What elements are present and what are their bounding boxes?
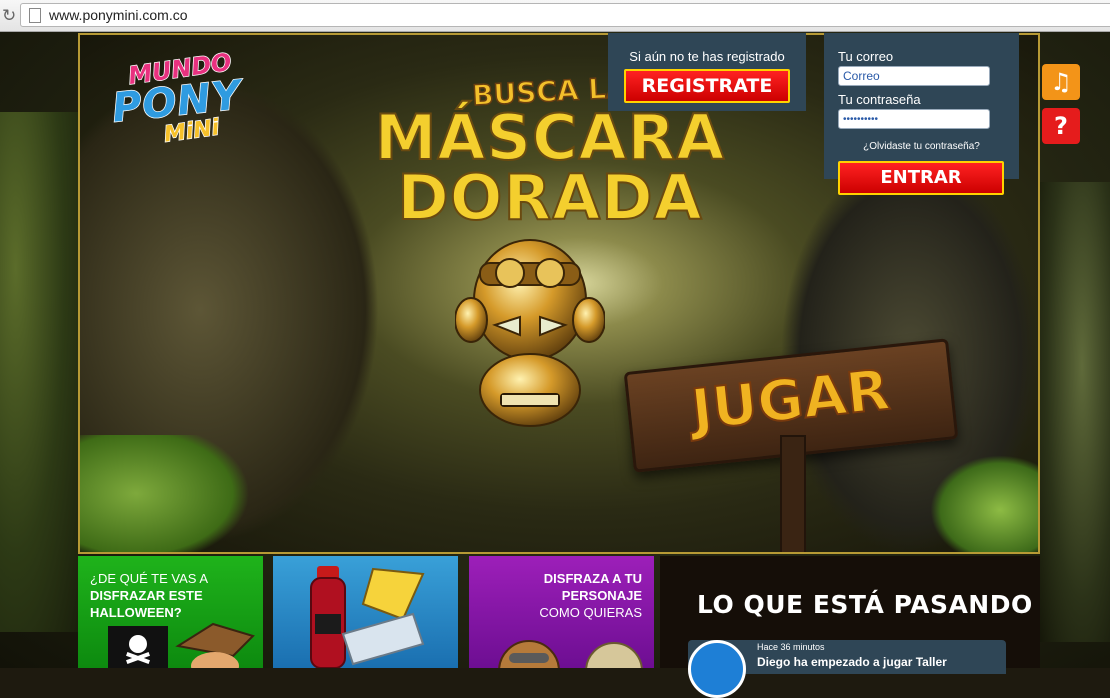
jungle-leaf-left bbox=[80, 435, 250, 552]
news-text: Diego ha empezado a jugar Taller bbox=[757, 655, 947, 669]
character-tile-line-1: DISFRAZA A TU bbox=[543, 571, 642, 586]
explorer-character-icon bbox=[175, 622, 255, 668]
url-text[interactable]: www.ponymini.com.co bbox=[49, 7, 188, 23]
golden-monkey-mask-icon bbox=[455, 239, 605, 427]
drink-bottle-icon bbox=[310, 566, 425, 668]
news-heading: LO QUE ESTÁ PASANDO bbox=[697, 590, 1033, 619]
news-timestamp: Hace 36 minutos bbox=[757, 642, 825, 652]
headline-mascara: MÁSCARA bbox=[374, 101, 726, 174]
register-button[interactable]: REGISTRATE bbox=[624, 69, 790, 103]
sign-post bbox=[780, 435, 806, 552]
browser-toolbar: ↻ www.ponymini.com.co bbox=[0, 0, 1110, 32]
character-tile-line-2: PERSONAJE bbox=[561, 588, 642, 603]
headline-dorada: DORADA bbox=[396, 161, 703, 234]
halloween-tile-line-2: DISFRAZAR ESTE bbox=[90, 588, 203, 603]
character-heads-icon bbox=[498, 640, 643, 668]
password-label: Tu contraseña bbox=[838, 92, 921, 107]
jungle-leaf-right bbox=[930, 455, 1038, 552]
promo-tile-halloween[interactable]: ¿DE QUÉ TE VAS A DISFRAZAR ESTE HALLOWEE… bbox=[78, 556, 263, 668]
music-note-icon[interactable]: ♫ bbox=[1042, 64, 1080, 100]
register-prompt: Si aún no te has registrado bbox=[629, 49, 785, 64]
news-item[interactable]: Hace 36 minutos Diego ha empezado a juga… bbox=[688, 640, 1006, 698]
halloween-tile-line-1: ¿DE QUÉ TE VAS A bbox=[90, 571, 208, 586]
address-bar[interactable]: www.ponymini.com.co bbox=[20, 3, 1110, 27]
page-icon bbox=[29, 8, 41, 23]
reload-icon[interactable]: ↻ bbox=[2, 6, 16, 26]
password-field[interactable] bbox=[838, 109, 990, 129]
login-button[interactable]: ENTRAR bbox=[838, 161, 1004, 195]
character-tile-text: DISFRAZA A TU PERSONAJE COMO QUIERAS bbox=[539, 570, 642, 621]
promo-tile-character[interactable]: DISFRAZA A TU PERSONAJE COMO QUIERAS bbox=[469, 556, 654, 668]
email-label: Tu correo bbox=[838, 49, 894, 64]
character-tile-line-3: COMO QUIERAS bbox=[539, 605, 642, 620]
email-field[interactable] bbox=[838, 66, 990, 86]
promo-tile-drink[interactable] bbox=[273, 556, 458, 668]
forgot-password-link[interactable]: ¿Olvidaste tu contraseña? bbox=[824, 141, 1019, 152]
halloween-tile-text: ¿DE QUÉ TE VAS A DISFRAZAR ESTE HALLOWEE… bbox=[90, 570, 208, 621]
background-foliage-right bbox=[1040, 182, 1110, 642]
help-icon[interactable]: ? bbox=[1042, 108, 1080, 144]
pirate-flag-icon bbox=[108, 626, 168, 668]
user-avatar bbox=[688, 640, 746, 698]
mundo-pony-mini-logo[interactable]: MUNDO PONY MiNi bbox=[109, 47, 280, 153]
background-foliage-left bbox=[0, 112, 78, 632]
